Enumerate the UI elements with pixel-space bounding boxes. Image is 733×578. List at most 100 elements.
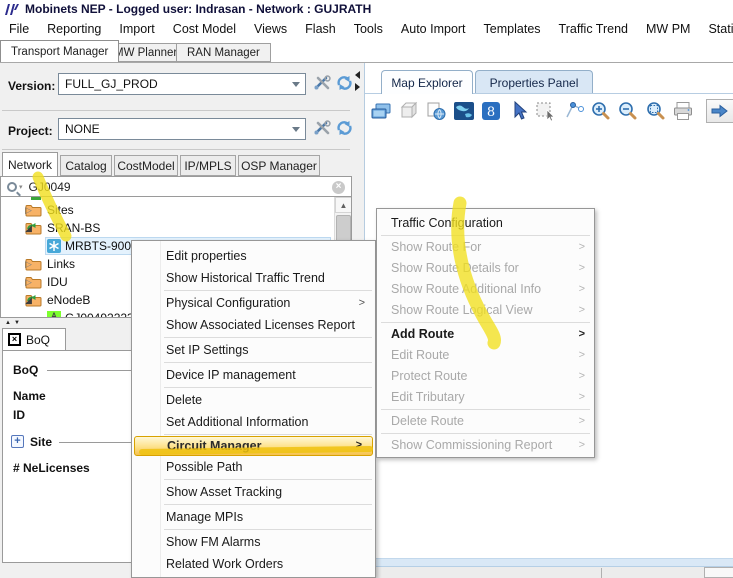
menu-auto-import[interactable]: Auto Import — [392, 22, 475, 36]
menu-file[interactable]: File — [0, 22, 38, 36]
menu-tools[interactable]: Tools — [345, 22, 392, 36]
search-icon[interactable] — [7, 182, 17, 192]
search-input[interactable] — [29, 180, 309, 194]
paste-map-icon[interactable] — [424, 99, 448, 123]
print-icon[interactable] — [671, 99, 695, 123]
title-bar: Mobinets NEP - Logged user: Indrasan - N… — [0, 0, 733, 18]
chevron-down-icon[interactable] — [287, 119, 305, 139]
close-icon[interactable]: × — [8, 333, 21, 346]
version-value: FULL_GJ_PROD — [59, 77, 287, 91]
boq-id-label: ID — [13, 408, 25, 422]
map-horizontal-scrollbar[interactable] — [365, 558, 733, 567]
menu-item-show-fm-alarms[interactable]: Show FM Alarms — [132, 531, 375, 553]
tab-boq[interactable]: × BoQ — [2, 328, 66, 350]
menu-static-elements[interactable]: Static Elements — [699, 22, 733, 36]
project-tools-icon[interactable] — [312, 119, 332, 137]
world-map-icon[interactable] — [451, 99, 475, 123]
version-combobox[interactable]: FULL_GJ_PROD — [58, 73, 306, 95]
svg-text:8: 8 — [487, 105, 495, 120]
menu-item-delete[interactable]: Delete — [132, 389, 375, 411]
submenu-arrow-icon: > — [579, 345, 585, 366]
project-refresh-icon[interactable] — [334, 119, 354, 137]
map-toolbar: 8 — [369, 96, 733, 126]
tree-item-label: eNodeB — [47, 293, 90, 307]
tab-properties-panel[interactable]: Properties Panel — [475, 70, 593, 94]
submenu-item-traffic-configuration[interactable]: Traffic Configuration — [377, 213, 594, 234]
app-logo-icon — [4, 3, 19, 16]
google-earth-icon[interactable]: 8 — [479, 99, 503, 123]
scroll-up-icon[interactable]: ▲ — [335, 197, 352, 213]
submenu-item-show-route-for: Show Route For > — [377, 237, 594, 258]
tab-network[interactable]: Network — [2, 152, 58, 176]
clipped-tree-row — [31, 197, 41, 200]
menu-item-label: Protect Route — [391, 369, 467, 383]
tab-transport-manager[interactable]: Transport Manager — [0, 40, 119, 62]
menu-item-label: Show Route Details for — [391, 261, 519, 275]
pointer-icon[interactable] — [506, 99, 530, 123]
menu-item-show-asset-tracking[interactable]: Show Asset Tracking — [132, 481, 375, 503]
menu-item-show-historical-traffic-trend[interactable]: Show Historical Traffic Trend — [132, 267, 375, 289]
draw-link-icon[interactable] — [561, 99, 585, 123]
submenu-arrow-icon: > — [579, 324, 585, 345]
zoom-in-icon[interactable] — [589, 99, 613, 123]
submenu-item-show-route-logical-view: Show Route Logical View > — [377, 300, 594, 321]
folder-icon — [25, 204, 42, 217]
version-tools-icon[interactable] — [312, 74, 332, 92]
search-options-chevron-icon[interactable]: ▾ — [19, 183, 23, 191]
expand-plus-icon[interactable]: + — [11, 435, 24, 448]
search-clear-icon[interactable]: × — [332, 181, 345, 194]
tree-item-sites[interactable]: Sites — [1, 201, 331, 219]
zoom-fit-icon[interactable] — [644, 99, 668, 123]
status-strip — [365, 567, 733, 578]
select-area-icon[interactable] — [534, 99, 558, 123]
submenu-arrow-icon: > — [579, 300, 585, 321]
menu-traffic-trend[interactable]: Traffic Trend — [550, 22, 637, 36]
project-combobox[interactable]: NONE — [58, 118, 306, 140]
menu-item-edit-properties[interactable]: Edit properties — [132, 245, 375, 267]
menu-cost-model[interactable]: Cost Model — [164, 22, 245, 36]
resize-grip[interactable] — [704, 567, 733, 578]
menu-mw-pm[interactable]: MW PM — [637, 22, 699, 36]
menu-views[interactable]: Views — [245, 22, 296, 36]
menu-item-circuit-manager[interactable]: Circuit Manager > — [134, 436, 373, 456]
tree-item-label: SRAN-BS — [47, 221, 100, 235]
menu-item-device-ip-management[interactable]: Device IP management — [132, 364, 375, 386]
version-refresh-icon[interactable] — [334, 74, 354, 92]
project-value: NONE — [59, 122, 287, 136]
tab-map-explorer[interactable]: Map Explorer — [381, 70, 473, 94]
menu-reporting[interactable]: Reporting — [38, 22, 110, 36]
tab-catalog[interactable]: Catalog — [60, 155, 112, 176]
window-title: Mobinets NEP - Logged user: Indrasan - N… — [25, 2, 371, 16]
menu-item-related-work-orders[interactable]: Related Work Orders — [132, 553, 375, 575]
menu-item-label: Delete Route — [391, 414, 464, 428]
menu-import[interactable]: Import — [110, 22, 163, 36]
radio-site-icon — [47, 239, 61, 253]
collapse-left-icon[interactable] — [355, 71, 360, 79]
tab-ip-mpls[interactable]: IP/MPLS — [180, 155, 236, 176]
export-icon[interactable] — [706, 99, 733, 123]
workspace-tab-bar: Transport Manager MW Planner RAN Manager — [0, 40, 733, 62]
submenu-item-show-commissioning-report: Show Commissioning Report > — [377, 435, 594, 456]
menu-item-physical-configuration[interactable]: Physical Configuration > — [132, 292, 375, 314]
context-menu: Edit properties Show Historical Traffic … — [131, 240, 376, 578]
tab-ran-manager[interactable]: RAN Manager — [176, 43, 271, 62]
menu-flash[interactable]: Flash — [296, 22, 345, 36]
chevron-down-icon[interactable] — [287, 74, 305, 94]
collapse-right-icon[interactable] — [355, 83, 360, 91]
menu-item-show-associated-licenses-report[interactable]: Show Associated Licenses Report — [132, 314, 375, 336]
menu-item-possible-path[interactable]: Possible Path — [132, 456, 375, 478]
3d-view-icon[interactable] — [396, 99, 420, 123]
menu-item-manage-mpis[interactable]: Manage MPIs — [132, 506, 375, 528]
tree-item-sran-bs[interactable]: SRAN-BS — [1, 219, 331, 237]
tab-costmodel[interactable]: CostModel — [114, 155, 178, 176]
folder-sync-icon — [25, 294, 42, 307]
submenu-arrow-icon: > — [579, 435, 585, 456]
layers-icon[interactable] — [369, 99, 393, 123]
submenu-item-add-route[interactable]: Add Route > — [377, 324, 594, 345]
tab-osp-manager[interactable]: OSP Manager — [238, 155, 320, 176]
zoom-out-icon[interactable] — [616, 99, 640, 123]
menu-item-set-additional-information[interactable]: Set Additional Information — [132, 411, 375, 433]
menu-item-set-ip-settings[interactable]: Set IP Settings — [132, 339, 375, 361]
submenu-item-protect-route: Protect Route > — [377, 366, 594, 387]
menu-templates[interactable]: Templates — [475, 22, 550, 36]
